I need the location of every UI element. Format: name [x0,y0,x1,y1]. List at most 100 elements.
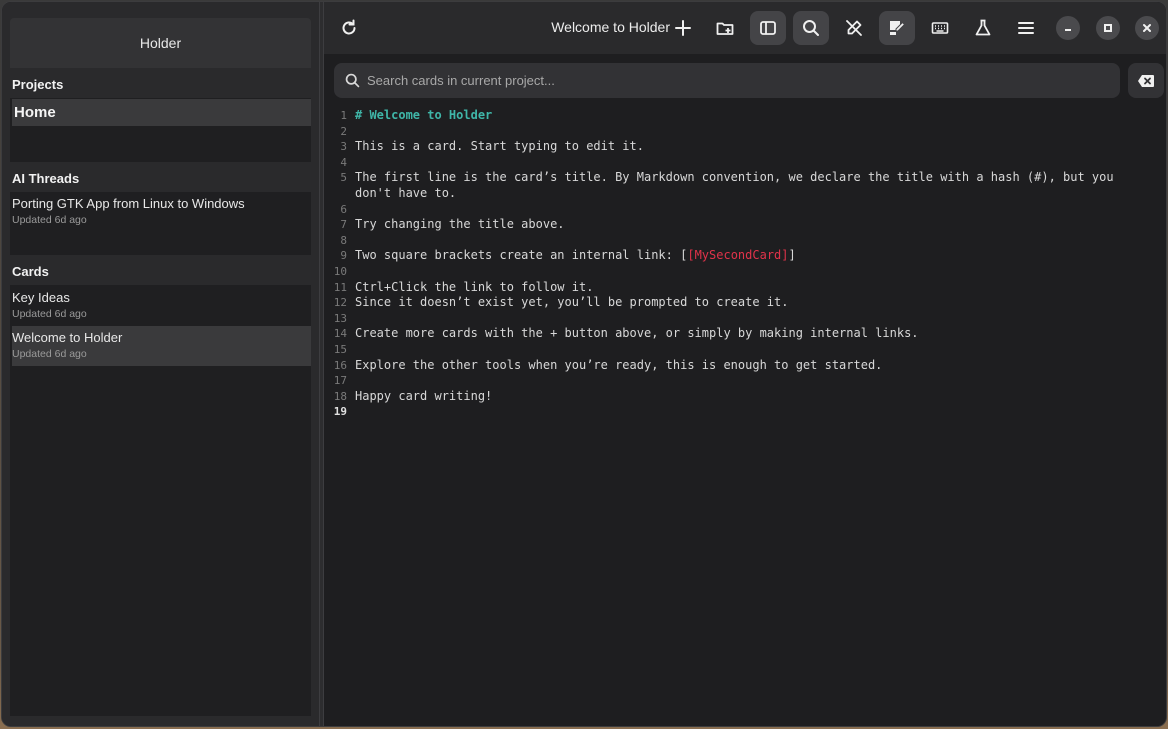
search-toggle-button[interactable] [793,11,829,45]
editor-line[interactable]: 3 This is a card. Start typing to edit it… [324,139,1166,155]
editor-line[interactable]: 19 [324,404,1166,420]
line-number: 4 [340,155,347,169]
keyboard-shortcuts-button[interactable] [922,11,958,45]
line-number: 14 [333,327,347,341]
editor-line[interactable]: 2 [324,124,1166,140]
text-run: Create more cards with the + button abov… [355,326,919,341]
edit-mode-button[interactable] [836,11,872,45]
editor-line[interactable]: 10 [324,264,1166,280]
line-content: Happy card writing! [355,389,1155,405]
editor-line[interactable]: 8 [324,233,1166,249]
line-content: Since it doesn’t exist yet, you’ll be pr… [355,295,1155,311]
line-number: 6 [340,202,347,216]
flask-icon [975,19,991,36]
projects-section-title: Projects [10,68,311,98]
main-menu-button[interactable] [1008,11,1044,45]
line-number: 2 [340,124,347,138]
sidebar-toggle-icon [760,21,776,35]
sidebar-header: Holder [10,18,311,68]
ai-thread-title: Porting GTK App from Linux to Windows [12,196,245,211]
line-number: 13 [333,311,347,325]
editor-line[interactable]: 15 [324,342,1166,358]
search-bar [334,63,1120,98]
line-number: 16 [333,358,347,372]
card-editor[interactable]: 1 # Welcome to Holder 2 3 This is a card. St… [324,108,1166,726]
editor-line[interactable]: 6 [324,202,1166,218]
keyboard-icon [931,22,949,34]
line-content: Explore the other tools when you’re read… [355,358,1155,374]
line-number: 1 [340,109,347,122]
editor-line[interactable]: 12 Since it doesn’t exist yet, you’ll be … [324,295,1166,311]
search-icon [803,20,819,36]
text-run: Since it doesn’t exist yet, you’ll be pr… [355,295,789,310]
line-content: This is a card. Start typing to edit it. [355,139,1155,155]
text-run: ] [788,248,796,263]
ai-thread-item[interactable]: Porting GTK App from Linux to Windows Up… [12,196,311,232]
editor-line[interactable]: 14 Create more cards with the + button ab… [324,326,1166,342]
sidebar-body: Projects Home AI Threads Porting GTK App… [10,68,311,716]
text-run: Two square brackets create an internal l… [355,248,688,263]
card-title: Welcome to Holder [12,330,123,345]
add-card-button[interactable] [665,11,701,45]
text-run: Happy card writing! [355,388,493,403]
new-project-button[interactable] [707,11,743,45]
app-title: Holder [139,35,182,51]
editor-line[interactable]: 9 Two square brackets create an internal … [324,248,1166,264]
text-run: Try changing the title above. [355,217,565,232]
line-number: 17 [333,374,347,388]
text-run: The first line is the card’s title. By M… [355,170,1121,200]
clear-search-button[interactable] [1128,63,1164,98]
editor-line[interactable]: 13 [324,311,1166,327]
editor-line[interactable]: 5 The first line is the card’s title. By … [324,170,1166,201]
sidebar: Holder Projects Home AI Threads Porting … [2,2,319,726]
minimize-icon [1065,29,1071,31]
line-content: Two square brackets create an internal l… [355,248,1155,264]
refresh-button[interactable] [331,11,367,45]
line-number: 5 [340,171,347,185]
card-item-key-ideas[interactable]: Key Ideas Updated 6d ago [12,290,311,326]
line-number: 12 [333,296,347,310]
notes-icon [890,21,906,35]
minimize-button[interactable] [1056,16,1080,40]
notes-panel-button[interactable] [879,11,915,45]
project-item-home[interactable]: Home [12,99,311,126]
search-icon [345,73,360,88]
backspace-icon [1138,74,1154,87]
plus-icon [675,20,691,36]
line-number: 9 [340,249,347,263]
editor-line[interactable]: 17 [324,373,1166,389]
menu-icon [1018,22,1034,34]
internal-link[interactable]: [MySecondCard] [687,248,788,262]
sidebar-toggle-button[interactable] [750,11,786,45]
line-number: 10 [333,264,347,278]
editor-line[interactable]: 18 Happy card writing! [324,389,1166,405]
line-number: 15 [333,342,347,356]
maximize-button[interactable] [1096,16,1120,40]
maximize-icon [1104,24,1112,32]
text-run: This is a card. Start typing to edit it. [355,139,644,154]
pen-off-icon [846,20,862,36]
text-run: Ctrl+Click the link to follow it. [355,279,594,294]
line-content: The first line is the card’s title. By M… [355,170,1155,201]
editor-line[interactable]: 16 Explore the other tools when you’re re… [324,358,1166,374]
line-content: Create more cards with the + button abov… [355,326,1155,342]
refresh-icon [342,19,356,35]
search-input[interactable] [367,73,1107,88]
main-pane: Welcome to Holder Search cards in curren… [324,2,1166,726]
card-title: Key Ideas [12,290,70,305]
editor-line[interactable]: 11 Ctrl+Click the link to follow it. [324,279,1166,296]
card-item-welcome-to-holder[interactable]: Welcome to Holder Updated 6d ago [12,326,311,366]
folder-add-icon [716,22,734,35]
line-number: 7 [340,218,347,232]
card-updated: Updated 6d ago [12,308,87,320]
text-run: Explore the other tools when you’re read… [355,357,883,372]
line-content: Try changing the title above. [355,217,1155,233]
editor-line[interactable]: 1 # Welcome to Holder [324,108,1166,124]
experiments-button[interactable] [965,11,1001,45]
close-button[interactable] [1135,16,1159,40]
editor-line[interactable]: 4 [324,155,1166,171]
card-updated: Updated 6d ago [12,348,87,360]
line-number: 3 [340,140,347,154]
line-number: 8 [340,233,347,247]
editor-line[interactable]: 7 Try changing the title above. [324,217,1166,233]
